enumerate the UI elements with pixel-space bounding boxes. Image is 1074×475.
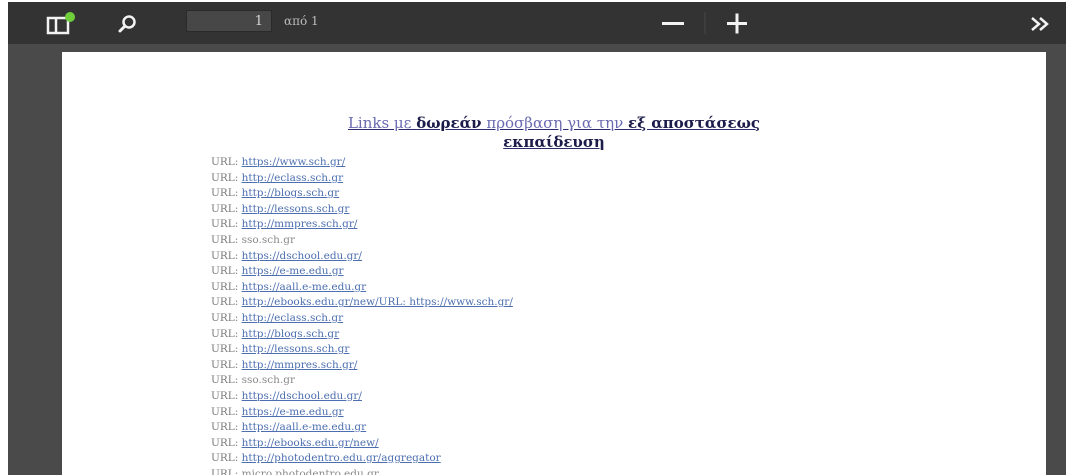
url-link[interactable]: https://dschool.edu.gr/	[242, 390, 362, 402]
zoom-in-button[interactable]	[720, 9, 754, 37]
url-link[interactable]: https://dschool.edu.gr/	[242, 250, 362, 262]
url-list-item: URL: http://photodentro.edu.gr/aggregato…	[211, 451, 891, 467]
page-total-label: από 1	[284, 14, 319, 28]
url-link: sso.sch.gr	[241, 233, 295, 246]
url-link[interactable]: http://eclass.sch.gr	[242, 312, 343, 324]
more-tools-button[interactable]	[1024, 10, 1058, 38]
url-list-item: URL: https://www.sch.gr/	[211, 155, 891, 171]
url-prefix-label: URL:	[211, 343, 242, 356]
title-part-4: εξ αποστάσεως	[628, 114, 761, 132]
url-list-item: URL: http://lessons.sch.gr	[211, 342, 891, 358]
search-button[interactable]	[112, 11, 142, 37]
title-part-2: δωρεάν	[416, 114, 482, 132]
url-list-item: URL: https://aall.e-me.edu.gr	[211, 280, 891, 296]
page-number-input[interactable]: 1	[186, 10, 272, 32]
url-prefix-label: URL:	[211, 280, 242, 293]
document-title: Links με δωρεάν πρόσβαση για την εξ αποσ…	[224, 114, 884, 152]
url-prefix-label: URL:	[211, 296, 242, 309]
url-prefix-label: URL:	[211, 249, 242, 262]
title-part-3: πρόσβαση για την	[481, 114, 628, 132]
url-link[interactable]: http://eclass.sch.gr	[242, 172, 343, 184]
url-list-item: URL: https://e-me.edu.gr	[211, 264, 891, 280]
url-link[interactable]: https://e-me.edu.gr	[242, 265, 344, 277]
url-list-item: URL: sso.sch.gr	[211, 373, 891, 389]
url-list-item: URL: https://dschool.edu.gr/	[211, 389, 891, 405]
url-link[interactable]: http://blogs.sch.gr	[242, 328, 340, 340]
url-prefix-label: URL:	[211, 265, 242, 278]
url-prefix-label: URL:	[211, 405, 242, 418]
url-link[interactable]: http://lessons.sch.gr	[242, 203, 350, 215]
zoom-separator	[704, 12, 706, 34]
search-icon	[118, 15, 136, 33]
double-chevron-right-icon	[1031, 17, 1049, 31]
url-link: sso.sch.gr	[241, 374, 295, 387]
url-list-item: URL: http://blogs.sch.gr	[211, 186, 891, 202]
url-prefix-label: URL:	[211, 327, 242, 340]
viewer-toolbar: 1 από 1	[8, 2, 1066, 44]
url-list-item: URL: https://dschool.edu.gr/	[211, 249, 891, 265]
url-prefix-label: URL:	[211, 389, 242, 402]
url-list-item: URL: http://ebooks.edu.gr/new/	[211, 436, 891, 452]
url-link: micro.photodentro.edu.gr	[241, 467, 379, 475]
url-list-item: URL: http://blogs.sch.gr	[211, 327, 891, 343]
plus-icon	[727, 13, 747, 34]
url-link[interactable]: http://lessons.sch.gr	[242, 343, 350, 355]
title-part-1: Links με	[347, 114, 417, 132]
url-prefix-label: URL:	[211, 374, 242, 387]
url-list-item: URL: https://e-me.edu.gr	[211, 405, 891, 421]
url-prefix-label: URL:	[211, 156, 242, 168]
url-list-item: URL: sso.sch.gr	[211, 233, 891, 249]
url-prefix-label: URL:	[211, 311, 242, 324]
pdf-viewer: 1 από 1 Links με δωρεάν πρόσβαση για την…	[8, 2, 1066, 475]
url-prefix-label: URL:	[211, 467, 242, 475]
url-list-item: URL: http://eclass.sch.gr	[211, 171, 891, 187]
url-list: URL: https://www.sch.gr/URL: http://ecla…	[211, 155, 891, 475]
url-prefix-label: URL:	[211, 436, 242, 449]
url-link[interactable]: http://blogs.sch.gr	[242, 187, 340, 199]
url-list-item: URL: http://mmpres.sch.gr/	[211, 358, 891, 374]
url-prefix-label: URL:	[211, 452, 242, 465]
url-list-item: URL: https://aall.e-me.edu.gr	[211, 420, 891, 436]
url-link[interactable]: http://mmpres.sch.gr/	[242, 218, 358, 230]
url-prefix-label: URL:	[211, 171, 242, 184]
url-link[interactable]: https://aall.e-me.edu.gr	[242, 281, 367, 293]
url-prefix-label: URL:	[211, 187, 242, 200]
url-prefix-label: URL:	[211, 358, 242, 371]
notification-dot	[65, 12, 75, 22]
sidebar-toggle-icon	[46, 12, 75, 35]
url-link[interactable]: https://www.sch.gr/	[242, 156, 346, 168]
url-prefix-label: URL:	[211, 233, 242, 246]
zoom-out-button[interactable]	[656, 9, 690, 37]
url-link[interactable]: http://mmpres.sch.gr/	[242, 359, 358, 371]
url-link[interactable]: http://photodentro.edu.gr/aggregator	[242, 452, 441, 464]
url-prefix-label: URL:	[211, 218, 242, 231]
url-prefix-label: URL:	[211, 202, 242, 215]
url-list-item: URL: http://mmpres.sch.gr/	[211, 217, 891, 233]
title-part-5: εκπαίδευση	[503, 133, 605, 151]
url-link[interactable]: http://ebooks.edu.gr/new/URL: https://ww…	[242, 296, 513, 308]
url-list-item: URL: http://eclass.sch.gr	[211, 311, 891, 327]
document-page: Links με δωρεάν πρόσβαση για την εξ αποσ…	[62, 52, 1046, 475]
sidebar-toggle-button[interactable]	[44, 11, 78, 37]
url-list-item: URL: http://lessons.sch.gr	[211, 202, 891, 218]
url-prefix-label: URL:	[211, 421, 242, 434]
minus-icon	[662, 22, 684, 25]
url-list-item: URL: http://ebooks.edu.gr/new/URL: https…	[211, 295, 891, 311]
url-link[interactable]: http://ebooks.edu.gr/new/	[242, 437, 379, 449]
url-list-item: URL: micro.photodentro.edu.gr	[211, 467, 891, 475]
url-link[interactable]: https://aall.e-me.edu.gr	[242, 421, 367, 433]
url-link[interactable]: https://e-me.edu.gr	[242, 406, 344, 418]
